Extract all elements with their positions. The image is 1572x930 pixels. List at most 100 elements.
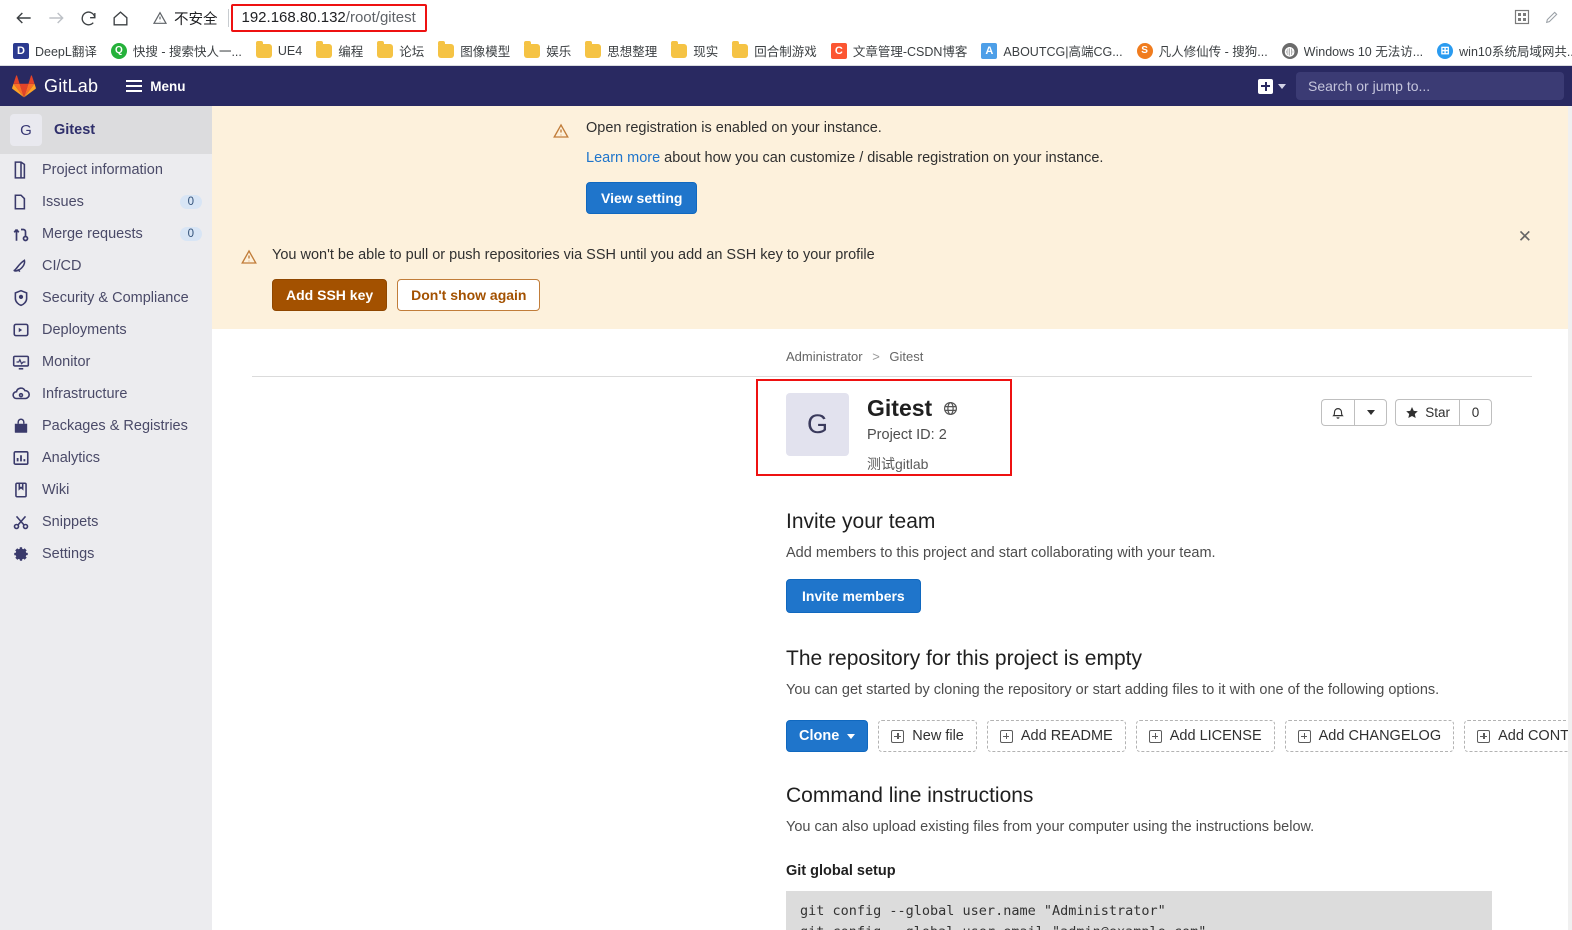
- bookmark-item[interactable]: Q 快搜 - 搜索快人一...: [104, 39, 249, 62]
- sidebar-project-header[interactable]: G Gitest: [0, 106, 212, 154]
- chevron-down-icon[interactable]: [1354, 399, 1388, 426]
- bookmark-item[interactable]: 现实: [664, 39, 725, 62]
- globe-icon: ◍: [1281, 42, 1298, 59]
- main-content: Open registration is enabled on your ins…: [212, 106, 1572, 930]
- sidebar-item-label: Snippets: [42, 514, 99, 530]
- book-open-icon: [15, 482, 27, 498]
- notification-dropdown[interactable]: [1321, 399, 1388, 426]
- dont-show-again-button[interactable]: Don't show again: [397, 279, 541, 311]
- close-icon[interactable]: ✕: [1518, 228, 1532, 245]
- bookmark-item[interactable]: 回合制游戏: [725, 39, 824, 62]
- address-bar[interactable]: 不安全 192.168.80.132/root/gitest: [144, 3, 1564, 33]
- sidebar-item-infrastructure[interactable]: Infrastructure: [0, 378, 212, 410]
- sidebar-item-wiki[interactable]: Wiki: [0, 474, 212, 506]
- clone-button[interactable]: Clone: [786, 720, 869, 752]
- learn-more-link[interactable]: Learn more: [586, 150, 660, 166]
- project-id-label: Project ID: 2: [867, 427, 947, 443]
- folder-icon: [732, 40, 749, 58]
- add-contributing-label: Add CONTRIBUTING: [1498, 728, 1572, 744]
- aboutcg-icon: A: [981, 42, 998, 59]
- bell-icon[interactable]: [1321, 399, 1355, 426]
- gitlab-navbar: GitLab Menu Search or jump to...: [0, 66, 1572, 106]
- bookmark-label: 回合制游戏: [754, 45, 817, 59]
- star-button-group[interactable]: Star 0: [1395, 399, 1492, 426]
- invite-heading: Invite your team: [786, 510, 936, 533]
- plus-square-icon: [1477, 729, 1491, 743]
- bookmark-item[interactable]: 论坛: [370, 39, 431, 62]
- sidebar-item-merge-requests[interactable]: Merge requests 0: [0, 218, 212, 250]
- create-new-button[interactable]: [1254, 76, 1290, 97]
- main-menu-button[interactable]: Menu: [126, 79, 185, 94]
- bookmark-item[interactable]: C 文章管理-CSDN博客: [824, 39, 975, 62]
- sidebar-item-analytics[interactable]: Analytics: [0, 442, 212, 474]
- bookmark-item[interactable]: UE4: [249, 40, 309, 60]
- invite-members-button[interactable]: Invite members: [786, 579, 921, 613]
- registration-alert-body: Learn more about how you can customize /…: [586, 150, 1103, 166]
- sidebar-item-deployments[interactable]: Deployments: [0, 314, 212, 346]
- cli-section: Command line instructions You can also u…: [252, 784, 1532, 930]
- folder-icon: [585, 40, 602, 58]
- bookmarks-bar: D DeepL翻译 Q 快搜 - 搜索快人一... UE4 编程 论坛 图像模型 娱…: [0, 36, 1572, 66]
- add-contributing-button[interactable]: Add CONTRIBUTING: [1464, 720, 1572, 752]
- gitlab-home-link[interactable]: GitLab: [12, 74, 98, 98]
- add-license-button[interactable]: Add LICENSE: [1135, 720, 1275, 752]
- add-readme-button[interactable]: Add README: [986, 720, 1126, 752]
- add-changelog-button[interactable]: Add CHANGELOG: [1284, 720, 1455, 752]
- folder-icon: [524, 40, 541, 58]
- bookmark-label: 娱乐: [546, 45, 572, 59]
- site-security-chip[interactable]: 不安全: [144, 8, 228, 29]
- add-ssh-key-button[interactable]: Add SSH key: [272, 279, 388, 311]
- bookmark-item[interactable]: ⊞ win10系统局域网共...: [1430, 39, 1572, 62]
- search-input[interactable]: Search or jump to...: [1296, 72, 1564, 100]
- merge-requests-count-badge: 0: [179, 227, 202, 241]
- sidebar-item-label: Monitor: [42, 354, 91, 370]
- bookmark-item[interactable]: 图像模型: [431, 39, 517, 62]
- star-button[interactable]: Star: [1395, 399, 1459, 426]
- collections-icon[interactable]: [1508, 3, 1536, 31]
- project-description: 测试gitlab: [867, 456, 929, 472]
- breadcrumb-owner[interactable]: Administrator: [786, 349, 863, 364]
- url-text-highlighted[interactable]: 192.168.80.132/root/gitest: [230, 4, 427, 32]
- bookmark-item[interactable]: S 凡人修仙传 - 搜狗...: [1130, 39, 1275, 62]
- bookmark-item[interactable]: A ABOUTCG|高端CG...: [974, 39, 1129, 62]
- breadcrumb-project[interactable]: Gitest: [889, 349, 923, 364]
- bookmark-item[interactable]: D DeepL翻译: [6, 39, 104, 62]
- scrollbar[interactable]: [1568, 106, 1572, 930]
- sidebar-item-label: CI/CD: [42, 258, 82, 274]
- sidebar-item-issues[interactable]: Issues 0: [0, 186, 212, 218]
- sidebar-item-settings[interactable]: Settings: [0, 538, 212, 570]
- sidebar-item-label: Merge requests: [42, 226, 143, 242]
- sidebar-item-packages-registries[interactable]: Packages & Registries: [0, 410, 212, 442]
- bookmark-item[interactable]: 娱乐: [517, 39, 578, 62]
- divider: [252, 376, 1532, 377]
- new-file-button[interactable]: New file: [878, 720, 977, 752]
- project-sidebar: G Gitest Project information Issues 0 Me…: [0, 106, 212, 930]
- home-icon[interactable]: [104, 3, 136, 33]
- bookmark-item[interactable]: 编程: [309, 39, 370, 62]
- edit-pencil-icon[interactable]: [1538, 3, 1566, 31]
- sidebar-item-ci-cd[interactable]: CI/CD: [0, 250, 212, 282]
- invite-section: Invite your team Add members to this pro…: [252, 510, 1532, 613]
- view-setting-button[interactable]: View setting: [586, 182, 698, 214]
- sidebar-item-snippets[interactable]: Snippets: [0, 506, 212, 538]
- bookmark-label: 图像模型: [460, 45, 511, 59]
- sidebar-item-project-information[interactable]: Project information: [0, 154, 212, 186]
- folder-icon: [255, 40, 272, 58]
- folder-icon: [671, 40, 688, 58]
- bookmark-label: UE4: [277, 43, 303, 58]
- gitlab-brand-label: GitLab: [44, 75, 99, 96]
- forward-arrow-icon: [40, 3, 72, 33]
- git-global-setup-code: git config --global user.name "Administr…: [786, 891, 1492, 930]
- invite-body: Add members to this project and start co…: [786, 545, 1216, 561]
- bookmark-item[interactable]: 思想整理: [578, 39, 664, 62]
- empty-repo-section: The repository for this project is empty…: [252, 647, 1572, 752]
- bookmark-label: 编程: [338, 45, 364, 59]
- ssh-alert-text: You won't be able to pull or push reposi…: [272, 247, 875, 263]
- reload-icon[interactable]: [72, 3, 104, 33]
- sidebar-item-monitor[interactable]: Monitor: [0, 346, 212, 378]
- sidebar-item-security-compliance[interactable]: Security & Compliance: [0, 282, 212, 314]
- plus-square-icon: [1258, 78, 1273, 94]
- bookmark-item[interactable]: ◍ Windows 10 无法访...: [1275, 39, 1430, 62]
- back-arrow-icon[interactable]: [8, 3, 40, 33]
- bookmark-label: 思想整理: [607, 45, 658, 59]
